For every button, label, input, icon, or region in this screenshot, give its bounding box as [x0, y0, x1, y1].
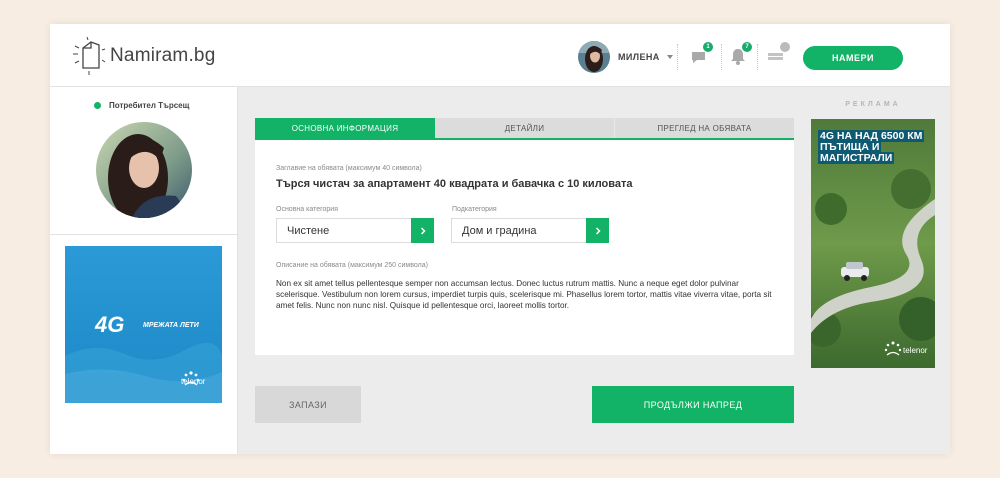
logo[interactable]: Namiram.bg — [72, 36, 215, 76]
tab-basic-info[interactable]: ОСНОВНА ИНФОРМАЦИЯ — [255, 118, 435, 138]
description-label: Описание на обявата (максимум 250 символ… — [276, 262, 428, 269]
category-label: Основна категория — [276, 206, 338, 213]
left-sidebar: Потребител Търсещ 4G МРЕЖАТА ЛЕТИ teleno… — [50, 87, 238, 454]
profile-photo-image — [96, 122, 192, 218]
status-label: Потребител Търсещ — [109, 101, 190, 110]
user-menu[interactable]: МИЛЕНА — [578, 41, 673, 73]
header-separator — [677, 44, 678, 70]
ad-tagline: МРЕЖАТА ЛЕТИ — [143, 322, 199, 329]
subcategory-select-button[interactable] — [586, 218, 609, 243]
form-tabs: ОСНОВНА ИНФОРМАЦИЯ ДЕТАЙЛИ ПРЕГЛЕД НА ОБ… — [255, 118, 794, 140]
header-separator — [721, 44, 722, 70]
main-content: ОСНОВНА ИНФОРМАЦИЯ ДЕТАЙЛИ ПРЕГЛЕД НА ОБ… — [238, 87, 950, 454]
ad-brand: telenor — [903, 346, 928, 355]
online-status-icon — [94, 102, 101, 109]
chevron-right-icon — [420, 226, 426, 235]
title-label: Заглавие на обявата (максимум 40 символа… — [276, 165, 422, 172]
right-advertisement[interactable]: 4G НА НАД 6500 КМ ПЪТИЩА И МАГИСТРАЛИ te… — [811, 119, 935, 368]
subcategory-select[interactable]: Дом и градина — [451, 218, 609, 243]
category-select[interactable]: Чистене — [276, 218, 434, 243]
user-avatar — [578, 41, 610, 73]
continue-button[interactable]: ПРОДЪЛЖИ НАПРЕД — [592, 386, 794, 423]
messages-badge: 1 — [703, 42, 713, 52]
logo-text: Namiram.bg — [110, 45, 216, 66]
notifications-badge: 7 — [742, 42, 752, 52]
form-panel: Заглавие на обявата (максимум 40 символа… — [255, 140, 794, 355]
saved-badge — [780, 42, 790, 52]
chevron-down-icon — [666, 55, 673, 59]
user-name: МИЛЕНА — [618, 52, 660, 62]
user-status: Потребител Търсещ — [94, 101, 189, 110]
sidebar-advertisement[interactable]: 4G МРЕЖАТА ЛЕТИ telenor — [65, 246, 222, 403]
category-value: Чистене — [287, 225, 330, 237]
avatar-image — [578, 41, 610, 73]
messages-button[interactable]: 1 — [689, 42, 713, 66]
tab-preview[interactable]: ПРЕГЛЕД НА ОБЯВАТА — [615, 118, 794, 138]
header: Namiram.bg МИЛЕНА 1 7 НАМЕРИ — [50, 24, 950, 87]
find-button[interactable]: НАМЕРИ — [803, 46, 903, 70]
ad-brand: telenor — [181, 377, 206, 386]
category-select-button[interactable] — [411, 218, 434, 243]
header-separator — [757, 44, 758, 70]
subcategory-label: Подкатегория — [452, 206, 497, 213]
profile-photo[interactable] — [96, 122, 192, 218]
description-textarea[interactable]: Non ex sit amet tellus pellentesque semp… — [276, 278, 776, 311]
chevron-right-icon — [595, 226, 601, 235]
app-window: Namiram.bg МИЛЕНА 1 7 НАМЕРИ Потребител … — [50, 24, 950, 454]
sidebar-divider — [50, 234, 238, 235]
document-logo-icon — [73, 36, 106, 75]
notifications-button[interactable]: 7 — [728, 42, 752, 66]
ad-4g-text: 4G — [95, 312, 125, 337]
subcategory-value: Дом и градина — [462, 225, 537, 237]
saved-button[interactable] — [766, 42, 790, 66]
ad-headline: 4G НА НАД 6500 КМ ПЪТИЩА И МАГИСТРАЛИ — [818, 130, 925, 164]
ad-label: РЕКЛАМА — [845, 101, 901, 108]
save-button[interactable]: ЗАПАЗИ — [255, 386, 361, 423]
title-input[interactable]: Търся чистач за апартамент 40 квадрата и… — [276, 178, 633, 190]
tab-details[interactable]: ДЕТАЙЛИ — [435, 118, 615, 138]
